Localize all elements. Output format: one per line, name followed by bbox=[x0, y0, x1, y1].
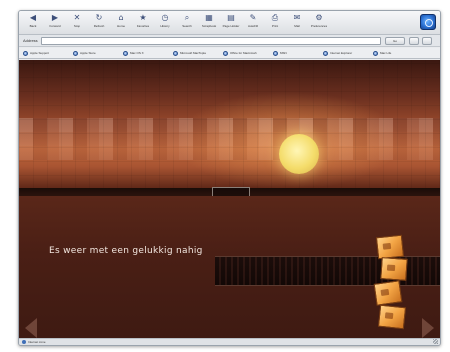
favorite-globe-icon bbox=[123, 51, 128, 56]
sun-image bbox=[279, 134, 319, 174]
address-options-button[interactable] bbox=[422, 37, 432, 45]
toolbar-button-favorites[interactable]: ★ Favorites bbox=[135, 13, 151, 33]
cube-icon bbox=[375, 234, 405, 260]
address-history-button[interactable] bbox=[409, 37, 419, 45]
toolbar-button-label: Search bbox=[182, 24, 192, 28]
toolbar-button-autofill[interactable]: ✎ AutoFill bbox=[245, 13, 261, 33]
favorite-label: Microsoft MacTopia bbox=[180, 51, 206, 55]
toolbar-button-label: Scrapbook bbox=[201, 24, 217, 28]
favorites-icon: ★ bbox=[139, 13, 147, 22]
toolbar-button-label: Page Holder bbox=[222, 24, 240, 28]
favorite-globe-icon bbox=[273, 51, 278, 56]
favorite-link[interactable]: MSN bbox=[273, 50, 287, 57]
toolbar-button-page-holder[interactable]: ▤ Page Holder bbox=[222, 13, 240, 33]
favorite-link[interactable]: Mac OS X bbox=[123, 50, 144, 57]
cube-icon bbox=[380, 257, 408, 281]
preferences-icon: ⚙ bbox=[315, 13, 323, 22]
print-icon: ⎙ bbox=[271, 13, 279, 22]
toolbar-button-home[interactable]: ⌂ Home bbox=[113, 13, 129, 33]
toolbar-button-forward[interactable]: ▶ Forward bbox=[47, 13, 63, 33]
favorite-link[interactable]: Internet Explorer bbox=[323, 50, 352, 57]
refresh-icon: ↻ bbox=[95, 13, 103, 22]
address-label: Address bbox=[23, 38, 38, 43]
favorite-link[interactable]: Apple Support bbox=[23, 50, 49, 57]
search-icon: ⌕ bbox=[184, 13, 190, 22]
favorite-globe-icon bbox=[373, 51, 378, 56]
history-icon: ◷ bbox=[161, 13, 169, 22]
favorite-link[interactable]: Apple Store bbox=[73, 50, 96, 57]
browser-window: ◀ Back ▶ Forward ✕ Stop ↻ Refresh ⌂ Home ★ Favorite… bbox=[18, 10, 441, 346]
favorite-label: MSN bbox=[280, 51, 287, 55]
favorites-bar: Apple Support Apple Store Mac OS X Microsof… bbox=[19, 48, 440, 59]
toolbar-button-back[interactable]: ◀ Back bbox=[25, 13, 41, 33]
toolbar-button-mail[interactable]: ✉ Mail bbox=[289, 13, 305, 33]
favorite-label: Mac Life bbox=[380, 51, 392, 55]
cube-stack-image bbox=[371, 234, 408, 330]
toolbar-button-label: Mail bbox=[294, 24, 300, 28]
favorite-label: Apple Support bbox=[30, 51, 50, 55]
resize-grip[interactable] bbox=[433, 339, 438, 344]
favorite-globe-icon bbox=[323, 51, 328, 56]
mail-icon: ✉ bbox=[293, 13, 301, 22]
page-holder-icon: ▤ bbox=[227, 13, 235, 22]
favorite-link[interactable]: Microsoft MacTopia bbox=[173, 50, 206, 57]
toolbar-button-label: Forward bbox=[49, 24, 61, 28]
toolbar-button-label: History bbox=[160, 24, 170, 28]
go-button[interactable]: Go bbox=[385, 37, 405, 45]
toolbar-button-label: Preferences bbox=[310, 24, 328, 28]
cube-icon bbox=[377, 304, 407, 330]
toolbar-button-label: AutoFill bbox=[247, 24, 258, 28]
address-input[interactable] bbox=[41, 37, 381, 45]
toolbar-button-label: Stop bbox=[73, 24, 81, 28]
toolbar-button-print[interactable]: ⎙ Print bbox=[267, 13, 283, 33]
favorite-globe-icon bbox=[173, 51, 178, 56]
favorite-label: Apple Store bbox=[80, 51, 96, 55]
pixel-overlay bbox=[19, 60, 440, 190]
address-bar: Address Go bbox=[19, 35, 440, 47]
browser-logo-icon bbox=[420, 14, 436, 30]
status-bar: Internet zone bbox=[19, 338, 440, 345]
internet-zone-icon bbox=[22, 340, 26, 344]
toolbar-button-search[interactable]: ⌕ Search bbox=[179, 13, 195, 33]
favorite-link[interactable]: Office for Macintosh bbox=[223, 50, 257, 57]
favorite-globe-icon bbox=[23, 51, 28, 56]
status-text: Internet zone bbox=[28, 340, 46, 344]
toolbar-button-history[interactable]: ◷ History bbox=[157, 13, 173, 33]
autofill-icon: ✎ bbox=[249, 13, 257, 22]
forward-icon: ▶ bbox=[51, 13, 59, 22]
web-content: Es weer met een gelukkig nahig bbox=[19, 60, 440, 340]
favorite-globe-icon bbox=[73, 51, 78, 56]
toolbar-button-refresh[interactable]: ↻ Refresh bbox=[91, 13, 107, 33]
favorite-label: Internet Explorer bbox=[330, 51, 353, 55]
toolbar-button-label: Home bbox=[116, 24, 125, 28]
toolbar-button-label: Print bbox=[271, 24, 279, 28]
scrapbook-icon: ▦ bbox=[205, 13, 213, 22]
favorite-label: Office for Macintosh bbox=[230, 51, 257, 55]
previous-arrow-icon[interactable] bbox=[25, 318, 37, 338]
toolbar-button-label: Favorites bbox=[136, 24, 150, 28]
toolbar: ◀ Back ▶ Forward ✕ Stop ↻ Refresh ⌂ Home ★ Favorite… bbox=[19, 11, 440, 35]
toolbar-button-label: Refresh bbox=[93, 24, 105, 28]
cube-icon bbox=[373, 280, 403, 306]
back-icon: ◀ bbox=[29, 13, 37, 22]
favorite-globe-icon bbox=[223, 51, 228, 56]
toolbar-button-preferences[interactable]: ⚙ Preferences bbox=[311, 13, 327, 33]
home-icon: ⌂ bbox=[118, 13, 124, 22]
stop-icon: ✕ bbox=[73, 13, 81, 22]
page-tagline: Es weer met een gelukkig nahig bbox=[49, 246, 203, 256]
toolbar-button-stop[interactable]: ✕ Stop bbox=[69, 13, 85, 33]
favorite-label: Mac OS X bbox=[130, 51, 144, 55]
next-arrow-icon[interactable] bbox=[422, 318, 434, 338]
favorite-link[interactable]: Mac Life bbox=[373, 50, 391, 57]
toolbar-button-scrapbook[interactable]: ▦ Scrapbook bbox=[201, 13, 217, 33]
toolbar-button-label: Back bbox=[29, 24, 37, 28]
